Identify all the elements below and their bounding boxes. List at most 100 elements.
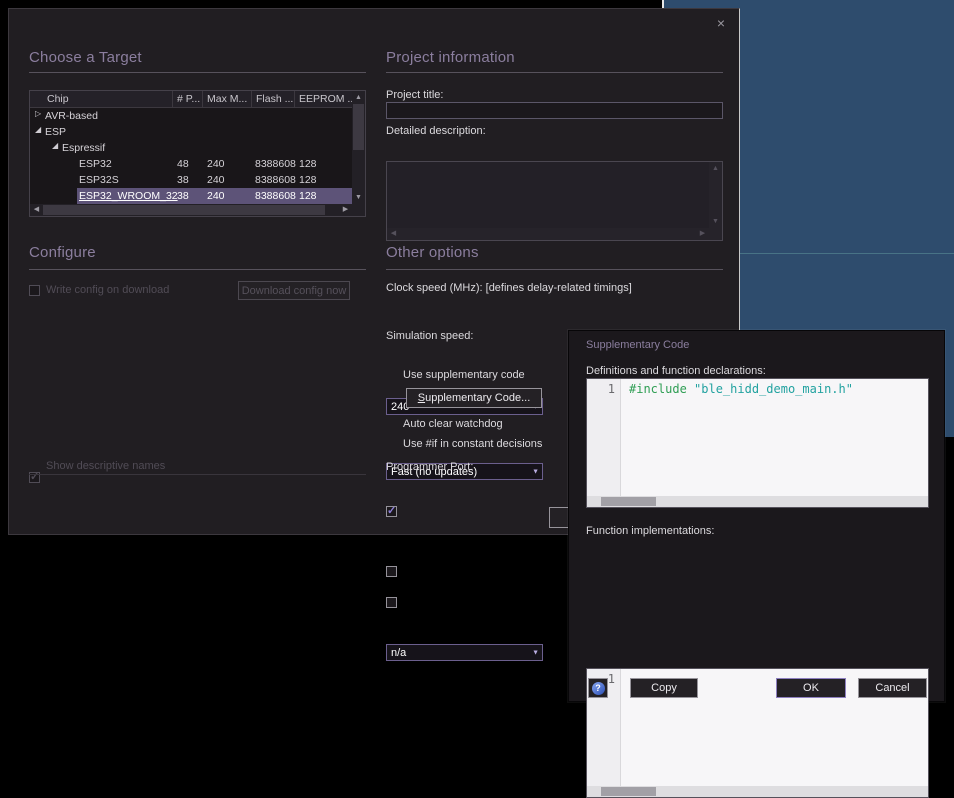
definitions-code-editor[interactable]: 1 #include "ble_hidd_demo_main.h" — [586, 378, 929, 508]
scroll-left-icon[interactable]: ◀ — [30, 204, 43, 217]
tree-expander-icon[interactable]: ◢ — [35, 125, 41, 134]
supplementary-code-button-label: Supplementary Code... — [418, 392, 531, 404]
write-config-checkbox[interactable] — [29, 285, 40, 296]
description-horizontal-scrollbar[interactable]: ◀ ▶ — [387, 228, 709, 240]
close-icon[interactable]: × — [709, 13, 733, 33]
write-config-label: Write config on download — [46, 284, 169, 296]
table-row-esp32-wroom-32-selected[interactable]: ESP32_WROOM_32 38 240 8388608 128 — [30, 188, 352, 204]
chip-eeprom: 128 — [299, 172, 317, 188]
use-if-checkbox[interactable] — [386, 597, 397, 608]
use-supplementary-checkbox[interactable]: ✓ — [386, 506, 397, 517]
supplementary-code-dialog: Supplementary Code Definitions and funct… — [568, 330, 945, 702]
cancel-button[interactable]: Cancel — [858, 678, 927, 698]
editor-horizontal-scrollbar[interactable] — [587, 496, 928, 507]
scroll-up-icon[interactable]: ▲ — [709, 162, 722, 175]
scroll-down-icon[interactable]: ▼ — [709, 215, 722, 228]
configure-heading: Configure — [29, 244, 96, 261]
help-icon: ? — [592, 682, 605, 695]
column-header-eeprom[interactable]: EEPROM ... — [295, 91, 352, 108]
configure-separator — [29, 269, 366, 270]
code-string: "ble_hidd_demo_main.h" — [694, 382, 853, 396]
programmer-port-label: Programmer Port: — [386, 461, 473, 473]
chip-name: ESP32 — [79, 156, 112, 172]
line-number-gutter: 1 — [587, 379, 621, 496]
chip-eeprom: 128 — [299, 188, 317, 204]
download-config-button[interactable]: Download config now — [238, 281, 350, 300]
detailed-description-textarea[interactable]: ▲ ▼ ◀ ▶ — [386, 161, 723, 241]
download-config-label: Download config now — [242, 285, 347, 297]
use-supplementary-label: Use supplementary code — [403, 369, 525, 381]
supplementary-code-button[interactable]: Supplementary Code... — [406, 388, 542, 408]
screen: × Choose a Target Chip # P... Max M... F… — [0, 0, 954, 720]
choose-target-separator — [29, 72, 366, 73]
vertical-scroll-thumb[interactable] — [353, 104, 364, 150]
auto-clear-watchdog-checkbox[interactable] — [386, 566, 397, 577]
project-info-separator — [386, 72, 723, 73]
horizontal-scroll-thumb[interactable] — [601, 787, 656, 796]
choose-target-heading: Choose a Target — [29, 49, 142, 66]
column-header-chip[interactable]: Chip — [30, 91, 173, 108]
project-info-heading: Project information — [386, 49, 515, 66]
table-horizontal-scrollbar[interactable]: ◀ ▶ — [30, 204, 352, 216]
chip-eeprom: 128 — [299, 156, 317, 172]
table-vertical-scrollbar[interactable]: ▲ ▼ — [352, 91, 365, 204]
scroll-left-icon[interactable]: ◀ — [387, 228, 400, 241]
description-vertical-scrollbar[interactable]: ▲ ▼ — [709, 162, 722, 228]
cancel-button-label: Cancel — [875, 682, 909, 694]
detailed-description-label: Detailed description: — [386, 125, 486, 137]
copy-button-label: Copy — [651, 682, 677, 694]
chip-pins: 38 — [177, 172, 189, 188]
show-descriptive-label: Show descriptive names — [46, 460, 165, 472]
project-title-input[interactable] — [386, 102, 723, 119]
copy-button[interactable]: Copy — [630, 678, 698, 698]
implementations-label: Function implementations: — [586, 525, 714, 537]
auto-clear-watchdog-label: Auto clear watchdog — [403, 418, 503, 430]
table-row-esp32s[interactable]: ESP32S 38 240 8388608 128 — [30, 172, 352, 188]
scroll-down-icon[interactable]: ▼ — [352, 191, 365, 204]
project-title-label: Project title: — [386, 89, 443, 101]
column-header-maxmem[interactable]: Max M... — [203, 91, 252, 108]
chip-pins: 48 — [177, 156, 189, 172]
chip-name: ESP — [45, 124, 66, 140]
help-button[interactable]: ? — [588, 678, 608, 698]
column-header-flash[interactable]: Flash ... — [252, 91, 295, 108]
chip-flash: 8388608 — [255, 188, 296, 204]
horizontal-scroll-thumb[interactable] — [43, 205, 325, 215]
tree-expander-icon[interactable]: ▷ — [35, 109, 41, 118]
code-line: #include "ble_hidd_demo_main.h" — [629, 382, 853, 396]
use-if-label: Use #if in constant decisions — [403, 438, 542, 450]
scrollbar-corner — [352, 204, 365, 216]
table-row-esp32[interactable]: ESP32 48 240 8388608 128 — [30, 156, 352, 172]
chip-flash: 8388608 — [255, 156, 296, 172]
chip-name: ESP32_WROOM_32 — [79, 188, 178, 204]
horizontal-scroll-thumb[interactable] — [601, 497, 656, 506]
chip-flash: 8388608 — [255, 172, 296, 188]
scroll-right-icon[interactable]: ▶ — [696, 228, 709, 241]
chip-table: Chip # P... Max M... Flash ... EEPROM ..… — [29, 90, 366, 217]
table-row-avr[interactable]: ▷ AVR-based — [30, 108, 352, 124]
simulation-speed-label: Simulation speed: — [386, 330, 473, 342]
table-row-esp[interactable]: ◢ ESP — [30, 124, 352, 140]
programmer-port-select[interactable]: n/a ▼ — [386, 644, 543, 661]
check-icon: ✓ — [387, 504, 396, 517]
chip-name: Espressif — [62, 140, 105, 156]
chip-maxmem: 240 — [207, 172, 225, 188]
line-number: 1 — [587, 382, 615, 396]
ok-button[interactable]: OK — [776, 678, 846, 698]
editor-horizontal-scrollbar[interactable] — [587, 786, 928, 797]
chip-name: ESP32S — [79, 172, 119, 188]
chip-maxmem: 240 — [207, 188, 225, 204]
code-directive: #include — [629, 382, 687, 396]
column-header-pins[interactable]: # P... — [173, 91, 203, 108]
definitions-label: Definitions and function declarations: — [586, 365, 766, 377]
scroll-right-icon[interactable]: ▶ — [339, 204, 352, 217]
configure-bottom-divider — [29, 474, 366, 475]
scroll-up-icon[interactable]: ▲ — [352, 91, 365, 104]
chevron-down-icon[interactable]: ▼ — [532, 468, 539, 475]
check-icon: ✓ — [30, 470, 39, 483]
chip-pins: 38 — [177, 188, 189, 204]
chevron-down-icon[interactable]: ▼ — [532, 649, 539, 656]
clock-speed-label: Clock speed (MHz): [defines delay-relate… — [386, 282, 632, 294]
tree-expander-icon[interactable]: ◢ — [52, 141, 58, 150]
table-row-espressif[interactable]: ◢ Espressif — [30, 140, 352, 156]
